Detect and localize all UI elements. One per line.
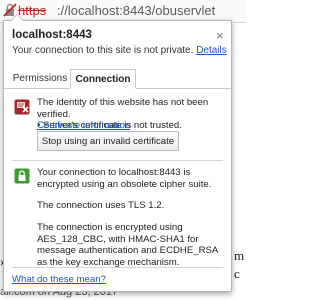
details-link[interactable]: Details (196, 45, 227, 56)
privacy-status-line: Your connection to this site is not priv… (12, 45, 227, 56)
lock-icon (14, 168, 30, 184)
certificate-warning-icon (14, 99, 30, 115)
stop-using-invalid-certificate-button[interactable]: Stop using an invalid certificate (37, 131, 179, 151)
site-info-popup: localhost:8443 × Your connection to this… (3, 14, 232, 292)
connection-cipher-details-text: The connection is encrypted using AES_12… (37, 222, 218, 268)
close-icon[interactable]: × (216, 28, 224, 43)
url-text[interactable]: ://localhost:8443/obuservlet (57, 3, 215, 18)
privacy-status-text: Your connection to this site is not priv… (12, 45, 194, 56)
background-text-fragment: m (234, 248, 245, 263)
popup-host-title: localhost:8443 (12, 29, 92, 41)
section-divider (12, 267, 223, 268)
certificate-information-link[interactable]: Certificate information (37, 120, 130, 131)
tab-permissions[interactable]: Permissions (10, 69, 70, 88)
what-do-these-mean-link[interactable]: What do these mean? (12, 274, 106, 285)
background-text-fragment: c (234, 266, 240, 281)
popup-tabs: Permissions Connection (4, 69, 231, 89)
connection-encryption-text: Your connection to localhost:8443 is enc… (37, 167, 212, 190)
tab-connection[interactable]: Connection (70, 69, 136, 89)
identity-warning-line: The identity of this website has not bee… (37, 97, 209, 120)
section-divider (12, 160, 223, 161)
popup-arrow (10, 14, 24, 21)
connection-tls-text: The connection uses TLS 1.2. (37, 200, 165, 211)
